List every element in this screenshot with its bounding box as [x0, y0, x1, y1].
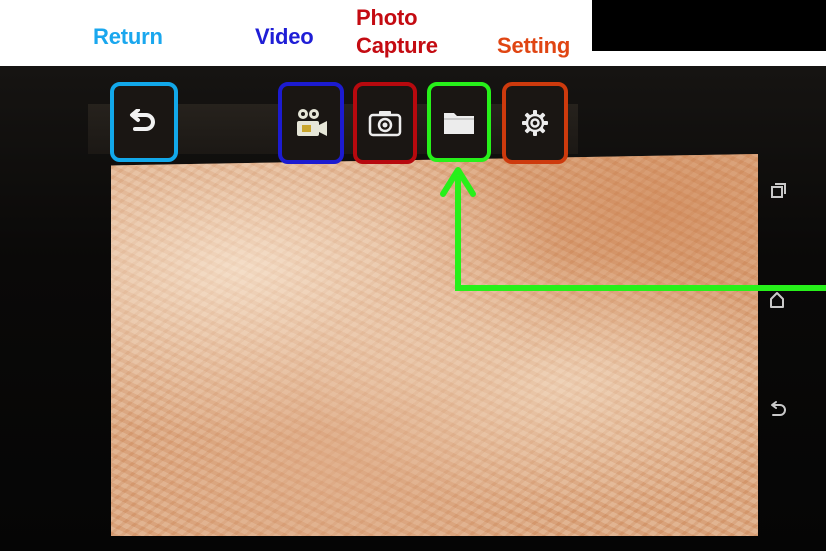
folder-annotation-arrow [440, 167, 826, 291]
